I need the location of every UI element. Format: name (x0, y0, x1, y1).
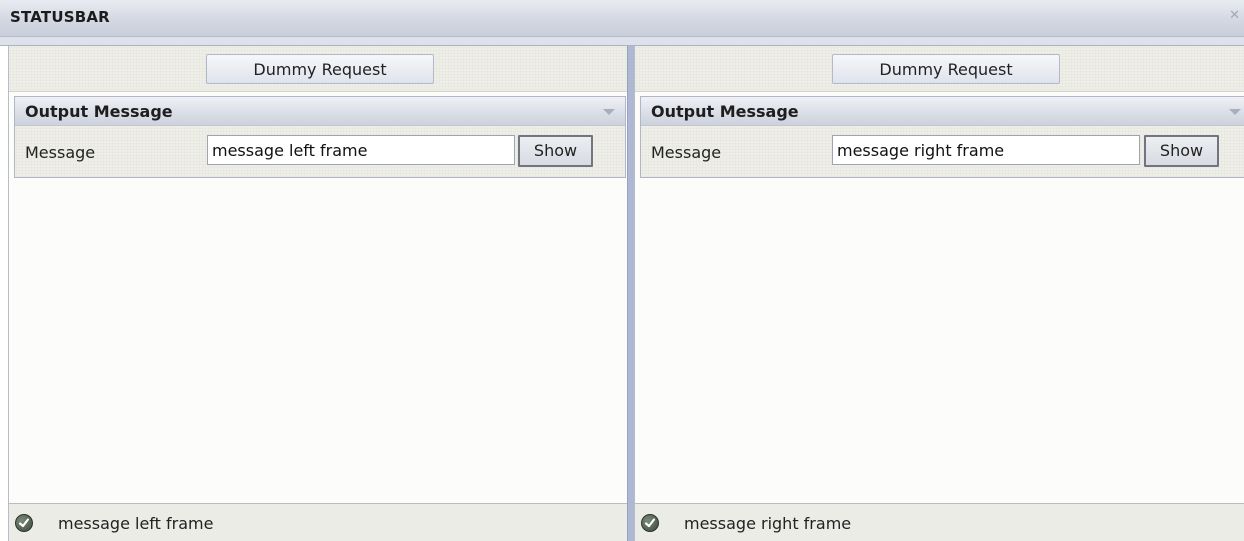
message-label-right: Message (651, 143, 722, 162)
panel-header-right[interactable]: Output Message (641, 97, 1244, 126)
right-toolbar: Dummy Request (635, 46, 1244, 92)
show-button-right[interactable]: Show (1144, 135, 1219, 167)
dummy-request-button-left[interactable]: Dummy Request (206, 54, 434, 84)
message-input-right[interactable] (832, 135, 1140, 165)
window-title: STATUSBAR (10, 8, 110, 26)
chevron-down-icon[interactable] (1229, 109, 1241, 115)
show-button-left[interactable]: Show (518, 135, 593, 167)
panel-header-left[interactable]: Output Message (15, 97, 625, 126)
status-text-left: message left frame (58, 514, 214, 533)
status-text-right: message right frame (684, 514, 852, 533)
check-circle-icon (641, 514, 659, 532)
chevron-down-icon[interactable] (603, 109, 615, 115)
statusbar-right: message right frame (635, 503, 1244, 541)
message-input-left[interactable] (207, 135, 515, 165)
dummy-request-button-right[interactable]: Dummy Request (832, 54, 1060, 84)
output-message-panel-right: Output Message Message Show (640, 96, 1244, 178)
message-label-left: Message (25, 143, 96, 162)
titlebar-separator (0, 37, 1244, 46)
window-titlebar: STATUSBAR ✕ (0, 0, 1244, 37)
left-frame: Dummy Request Output Message Message Sho… (8, 46, 627, 541)
statusbar-left: message left frame (9, 503, 627, 541)
check-circle-icon (15, 514, 33, 532)
panel-title-left: Output Message (25, 102, 173, 121)
output-message-panel-left: Output Message Message Show (14, 96, 626, 178)
right-frame: Dummy Request Output Message Message Sho… (634, 46, 1244, 541)
panel-title-right: Output Message (651, 102, 799, 121)
close-icon[interactable]: ✕ (1229, 9, 1240, 22)
left-toolbar: Dummy Request (9, 46, 627, 92)
